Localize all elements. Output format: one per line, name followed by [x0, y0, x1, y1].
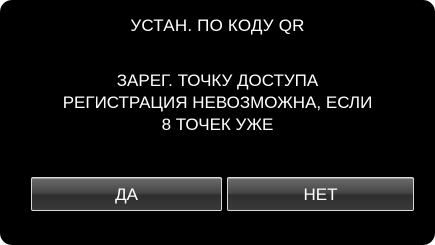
- yes-button[interactable]: ДА: [31, 177, 222, 211]
- message-line-1: ЗАРЕГ. ТОЧКУ ДОСТУПА: [116, 71, 319, 90]
- message-line-3: 8 ТОЧЕК УЖЕ: [161, 115, 274, 134]
- dialog-message: ЗАРЕГ. ТОЧКУ ДОСТУПА РЕГИСТРАЦИЯ НЕВОЗМО…: [0, 70, 435, 136]
- no-button[interactable]: НЕТ: [227, 177, 414, 211]
- message-line-2: РЕГИСТРАЦИЯ НЕВОЗМОЖНА, ЕСЛИ: [62, 93, 373, 112]
- dialog-screen: УСТАН. ПО КОДУ QR ЗАРЕГ. ТОЧКУ ДОСТУПА Р…: [0, 0, 435, 245]
- dialog-title: УСТАН. ПО КОДУ QR: [130, 16, 305, 35]
